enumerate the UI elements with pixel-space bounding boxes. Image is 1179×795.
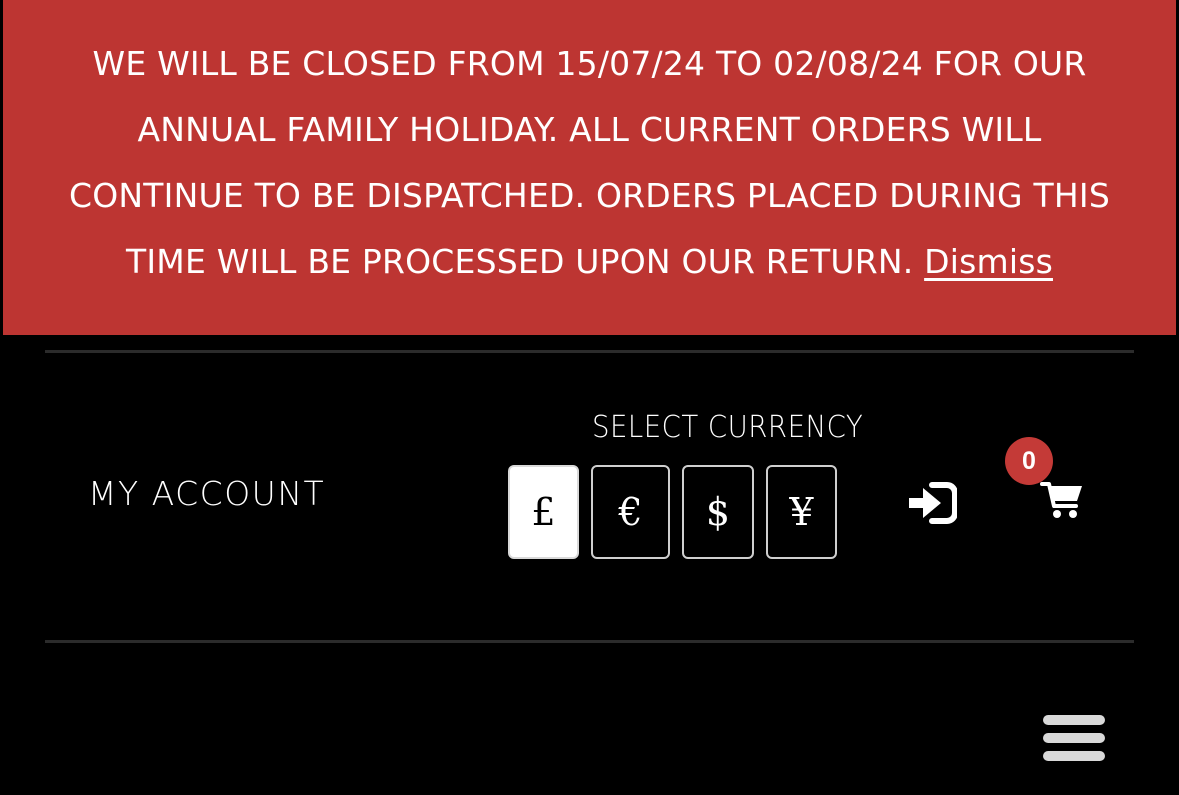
notice-line: CONTINUE TO BE DISPATCHED. ORDERS PLACED…: [69, 176, 1110, 215]
menu-bar: [1043, 751, 1105, 761]
dismiss-link[interactable]: Dismiss: [924, 242, 1053, 281]
store-closure-notice: WE WILL BE CLOSED FROM 15/07/24 TO 02/08…: [3, 0, 1176, 335]
menu-bar: [1043, 733, 1105, 743]
currency-usd-button[interactable]: $: [682, 465, 754, 559]
header-divider-top: [45, 350, 1134, 353]
menu-bar: [1043, 715, 1105, 725]
currency-eur-button[interactable]: €: [591, 465, 670, 559]
shopping-cart-icon[interactable]: [1040, 476, 1084, 520]
cart-count-badge: 0: [1005, 437, 1053, 485]
header-divider-bottom: [45, 640, 1134, 643]
notice-line-last: TIME WILL BE PROCESSED UPON OUR RETURN. …: [3, 229, 1176, 295]
notice-line: WE WILL BE CLOSED FROM 15/07/24 TO 02/08…: [92, 44, 1087, 83]
my-account-link[interactable]: MY ACCOUNT: [88, 474, 325, 513]
hamburger-menu-icon[interactable]: [1043, 715, 1105, 761]
select-currency-label: SELECT CURRENCY: [592, 410, 864, 445]
currency-jpy-button[interactable]: ¥: [766, 465, 837, 559]
sign-in-icon[interactable]: [907, 482, 958, 524]
currency-gbp-button[interactable]: £: [508, 465, 579, 559]
notice-line: ANNUAL FAMILY HOLIDAY. ALL CURRENT ORDER…: [137, 110, 1042, 149]
notice-text: TIME WILL BE PROCESSED UPON OUR RETURN.: [126, 242, 914, 281]
